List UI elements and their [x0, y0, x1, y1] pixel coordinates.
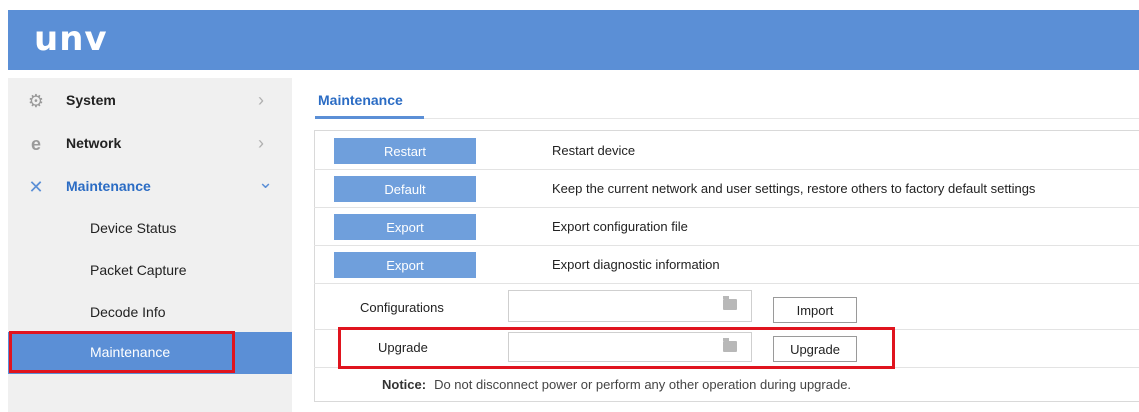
sidebar-item-label: Network	[66, 135, 122, 151]
sidebar-subitem-packet-capture[interactable]: Packet Capture	[8, 250, 292, 292]
import-button[interactable]: Import	[773, 297, 857, 323]
sidebar-subitem-label: Device Status	[90, 220, 177, 236]
restart-button[interactable]: Restart	[334, 138, 476, 164]
sidebar-item-maintenance[interactable]: ✕ Maintenance ⌄	[8, 166, 292, 208]
sidebar-subitem-label: Packet Capture	[90, 262, 187, 278]
export-config-button[interactable]: Export	[334, 214, 476, 240]
gear-icon: ⚙	[27, 90, 45, 111]
action-description: Restart device	[552, 143, 636, 158]
sidebar-item-system[interactable]: ⚙ System ›	[8, 80, 292, 122]
configurations-file-input[interactable]	[508, 290, 752, 322]
configurations-row: Configurations Import	[314, 290, 1139, 330]
tools-icon: ✕	[28, 176, 44, 197]
sidebar-highlight-box	[9, 331, 235, 373]
folder-icon[interactable]	[723, 296, 737, 310]
configurations-label: Configurations	[360, 300, 444, 315]
network-e-icon: e	[30, 133, 41, 154]
action-description: Export diagnostic information	[552, 257, 720, 272]
chevron-right-icon: ›	[258, 90, 264, 110]
tab-active-underline	[315, 116, 424, 119]
tab-maintenance[interactable]: Maintenance	[318, 92, 403, 108]
action-row-export-diagnostic: Export Export diagnostic information	[314, 246, 1139, 284]
sidebar-item-label: System	[66, 92, 116, 108]
unv-logo: unv	[34, 19, 108, 59]
action-row-default: Default Keep the current network and use…	[314, 170, 1139, 208]
sidebar-subitem-decode-info[interactable]: Decode Info	[8, 292, 292, 334]
action-description: Keep the current network and user settin…	[552, 181, 1036, 196]
default-button[interactable]: Default	[334, 176, 476, 202]
export-diagnostic-button[interactable]: Export	[334, 252, 476, 278]
notice-title: Notice:	[382, 377, 427, 392]
top-header: unv	[8, 10, 1139, 70]
sidebar-subitem-label: Decode Info	[90, 304, 166, 320]
sidebar-item-label: Maintenance	[66, 178, 151, 194]
action-row-restart: Restart Restart device	[314, 132, 1139, 170]
sidebar-item-network[interactable]: e Network ›	[8, 123, 292, 165]
upgrade-highlight-box	[338, 327, 895, 369]
chevron-down-icon: ⌄	[258, 172, 274, 192]
action-description: Export configuration file	[552, 219, 688, 234]
action-row-export-config: Export Export configuration file	[314, 208, 1139, 246]
upgrade-notice: Notice: Do not disconnect power or perfor…	[382, 377, 851, 392]
notice-text: Do not disconnect power or perform any o…	[434, 377, 852, 392]
sidebar-subitem-device-status[interactable]: Device Status	[8, 208, 292, 250]
tab-divider	[315, 118, 1139, 119]
chevron-right-icon: ›	[258, 133, 264, 153]
